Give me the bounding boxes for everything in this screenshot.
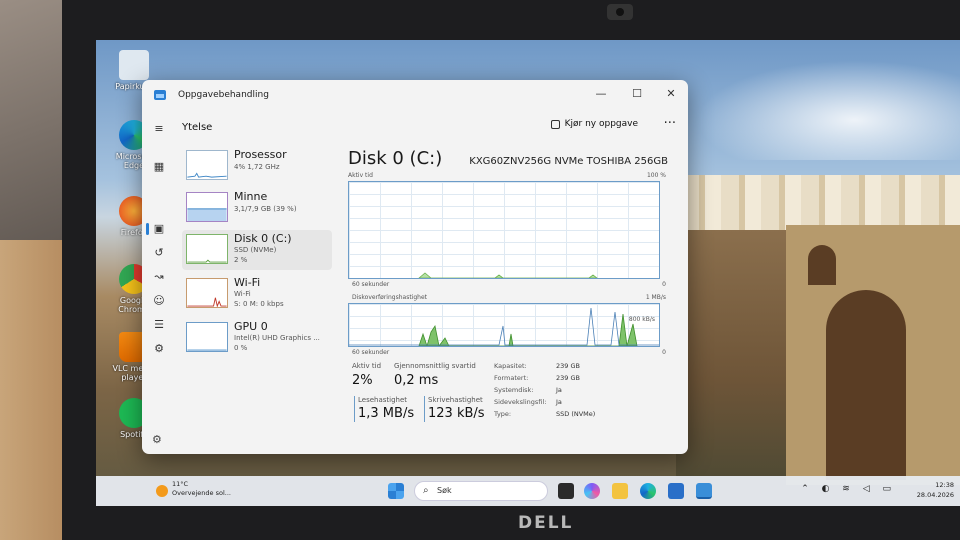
window-title: Oppgavebehandling: [178, 90, 269, 100]
read-speed-value: 1,3 MB/s: [358, 406, 415, 421]
write-speed-label: Skrivehastighet: [428, 396, 483, 404]
read-speed-label: Lesehastighet: [358, 396, 408, 404]
transfer-rate-plot: [349, 307, 659, 348]
copilot-icon[interactable]: [584, 483, 600, 499]
startup-apps-icon[interactable]: ↝: [152, 270, 166, 284]
prop-system-disk-label: Systemdisk:: [494, 386, 534, 394]
settings-icon[interactable]: ⚙: [152, 433, 162, 446]
new-task-button[interactable]: Kjør ny oppgave: [550, 119, 638, 129]
clock-date: 28.04.2026: [916, 491, 954, 499]
search-box[interactable]: ⌕ Søk: [414, 481, 548, 501]
weather-temperature: 11°C: [172, 480, 189, 488]
taskbar: 11°C Overvejende sol... ⌕ Søk ⌃ ◐ ≋ ◁ ▭ …: [96, 476, 960, 506]
prop-formatted-value: 239 GB: [556, 374, 580, 382]
transfer-graph-duration: 60 sekunder: [352, 349, 390, 356]
active-time-value: 2%: [352, 373, 373, 388]
cpu-sparkline: [186, 150, 228, 180]
active-indicator: [146, 223, 149, 235]
nav-rail: ≡ ▦ ▣ ↺ ↝ ☺ ☰ ⚙ ⚙: [142, 110, 176, 454]
screen: Papirkurv Microsoft Edge Firefox Google …: [96, 40, 960, 506]
recycle-bin-icon: [119, 50, 149, 80]
active-time-label: Aktiv tid: [352, 362, 382, 370]
response-time-value: 0,2 ms: [394, 373, 439, 388]
task-manager-window: Oppgavebehandling — ☐ ✕ ≡ ▦ ▣ ↺ ↝ ☺ ☰ ⚙ …: [142, 80, 688, 454]
start-button[interactable]: [388, 483, 404, 499]
prop-pagefile-label: Sidevekslingsfil:: [494, 398, 547, 406]
minimize-button[interactable]: —: [586, 85, 616, 103]
file-explorer-icon[interactable]: [612, 483, 628, 499]
prop-type-label: Type:: [494, 410, 512, 418]
services-icon[interactable]: ⚙: [152, 342, 166, 356]
wifi-sparkline: [186, 278, 228, 308]
gpu-sparkline: [186, 322, 228, 352]
sun-icon: [156, 485, 168, 497]
brand-logo: DELL: [518, 513, 574, 533]
active-time-graph-max: 100 %: [646, 172, 666, 179]
disk-sparkline: [186, 234, 228, 264]
performance-icon[interactable]: ▣: [152, 222, 166, 236]
close-button[interactable]: ✕: [656, 85, 686, 103]
edge-taskbar-icon[interactable]: [640, 483, 656, 499]
active-time-graph: [348, 181, 660, 279]
resource-list: Prosessor 4% 1,72 GHz Minne 3,1/7,9 GB (…: [176, 146, 340, 454]
prop-pagefile-value: Ja: [556, 398, 562, 406]
disk-model: KXG60ZNV256G NVMe TOSHIBA 256GB: [469, 156, 668, 167]
transfer-rate-graph: 800 kB/s: [348, 303, 660, 348]
hamburger-menu-icon[interactable]: ≡: [152, 122, 166, 136]
transfer-graph-mid: 800 kB/s: [628, 316, 655, 323]
response-time-label: Gjennomsnittlig svartid: [394, 362, 476, 370]
task-view-icon[interactable]: [558, 483, 574, 499]
prop-formatted-label: Formatert:: [494, 374, 529, 382]
system-tray-icons[interactable]: ⌃ ◐ ≋ ◁ ▭: [801, 484, 896, 494]
resource-item-wifi[interactable]: Wi-Fi Wi-Fi S: 0 M: 0 kbps: [182, 274, 332, 314]
active-time-plot: [417, 272, 599, 279]
new-task-icon: [550, 119, 560, 129]
page-header: Ytelse Kjør ny oppgave ···: [176, 110, 688, 144]
weather-description: Overvejende sol...: [172, 489, 231, 497]
transfer-graph-max: 1 MB/s: [645, 294, 666, 301]
webcam: [607, 4, 633, 20]
task-manager-taskbar-icon[interactable]: [696, 483, 712, 499]
active-time-graph-duration: 60 sekunder: [352, 281, 390, 288]
memory-sparkline: [186, 192, 228, 222]
resource-item-disk[interactable]: Disk 0 (C:) SSD (NVMe) 2 %: [182, 230, 332, 270]
prop-system-disk-value: Ja: [556, 386, 562, 394]
prop-type-value: SSD (NVMe): [556, 410, 596, 418]
task-manager-icon: [154, 90, 166, 100]
disk-title: Disk 0 (C:): [348, 148, 443, 169]
details-icon[interactable]: ☰: [152, 318, 166, 332]
search-icon: ⌕: [423, 485, 429, 496]
page-title: Ytelse: [182, 121, 213, 133]
active-time-graph-min: 0: [662, 281, 666, 288]
weather-widget[interactable]: 11°C Overvejende sol...: [156, 480, 231, 498]
resource-item-gpu[interactable]: GPU 0 Intel(R) UHD Graphics ... 0 %: [182, 318, 332, 358]
disk-detail-panel: Disk 0 (C:) KXG60ZNV256G NVMe TOSHIBA 25…: [348, 146, 682, 454]
app-history-icon[interactable]: ↺: [152, 246, 166, 260]
prop-capacity-value: 239 GB: [556, 362, 580, 370]
transfer-graph-min: 0: [662, 349, 666, 356]
clock[interactable]: 12:38 28.04.2026: [917, 480, 954, 500]
clock-time: 12:38: [935, 481, 954, 489]
prop-capacity-label: Kapasitet:: [494, 362, 527, 370]
store-icon[interactable]: [668, 483, 684, 499]
more-options-button[interactable]: ···: [664, 116, 676, 131]
users-icon[interactable]: ☺: [152, 294, 166, 308]
active-time-graph-label: Aktiv tid: [348, 172, 373, 179]
maximize-button[interactable]: ☐: [622, 85, 652, 103]
resource-item-memory[interactable]: Minne 3,1/7,9 GB (39 %): [182, 188, 332, 228]
processes-icon[interactable]: ▦: [152, 160, 166, 174]
transfer-graph-label: Diskoverføringshastighet: [352, 294, 427, 301]
write-speed-value: 123 kB/s: [428, 406, 485, 421]
resource-item-cpu[interactable]: Prosessor 4% 1,72 GHz: [182, 146, 332, 186]
search-placeholder: Søk: [437, 486, 452, 495]
